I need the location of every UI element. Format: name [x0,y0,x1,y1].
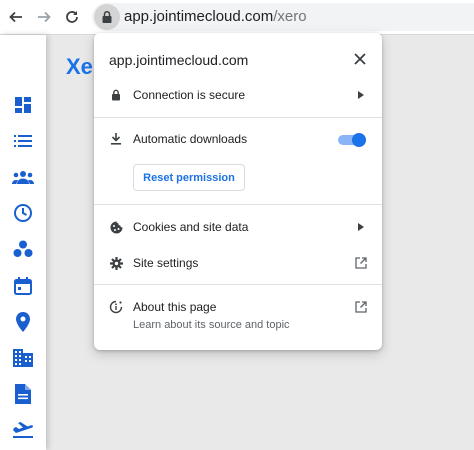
bubbles-icon[interactable] [11,237,35,261]
cookie-icon [108,219,124,235]
chevron-right-icon [356,222,366,232]
automatic-downloads-toggle[interactable] [338,133,366,147]
document-icon[interactable] [11,382,35,406]
url-domain: app.jointimecloud.com [124,8,274,25]
download-icon [108,131,124,147]
chevron-right-icon [356,90,366,100]
site-info-popup: app.jointimecloud.com Connection is secu… [94,33,382,350]
about-label: About this page [133,300,217,314]
toggle-knob [352,133,366,147]
flight-icon[interactable] [11,418,35,442]
divider [94,117,382,118]
url-text[interactable]: app.jointimecloud.com/xero [124,8,307,25]
forward-arrow-icon [38,11,51,23]
divider [94,284,382,285]
reload-icon [66,11,78,23]
divider [94,204,382,205]
about-page-icon [108,299,124,315]
calendar-icon[interactable] [11,274,35,298]
page-title: Xe [66,54,93,79]
external-link-icon [354,300,368,314]
reload-button[interactable] [60,5,84,29]
sidebar [0,35,46,450]
forward-button[interactable] [32,5,56,29]
reset-permission-button[interactable]: Reset permission [133,164,245,191]
automatic-downloads-label: Automatic downloads [133,132,248,146]
back-arrow-icon [9,11,22,23]
lock-icon [108,87,124,103]
cookies-label: Cookies and site data [133,220,249,234]
list-icon[interactable] [11,129,35,153]
connection-label: Connection is secure [133,88,246,102]
clock-icon[interactable] [11,201,35,225]
building-icon[interactable] [11,346,35,370]
external-link-icon [354,256,368,270]
close-button[interactable] [352,51,368,67]
site-settings-label: Site settings [133,256,199,270]
back-button[interactable] [4,5,28,29]
about-sublabel: Learn about its source and topic [133,319,290,331]
gear-icon [108,255,124,271]
dashboard-icon[interactable] [11,93,35,117]
people-icon[interactable] [11,165,35,189]
url-path: /xero [273,8,307,25]
location-icon[interactable] [11,310,35,334]
lock-icon [102,10,112,23]
popup-title: app.jointimecloud.com [109,52,249,68]
browser-toolbar: app.jointimecloud.com/xero [0,0,474,35]
close-icon [354,53,366,65]
site-info-button[interactable] [94,4,120,30]
